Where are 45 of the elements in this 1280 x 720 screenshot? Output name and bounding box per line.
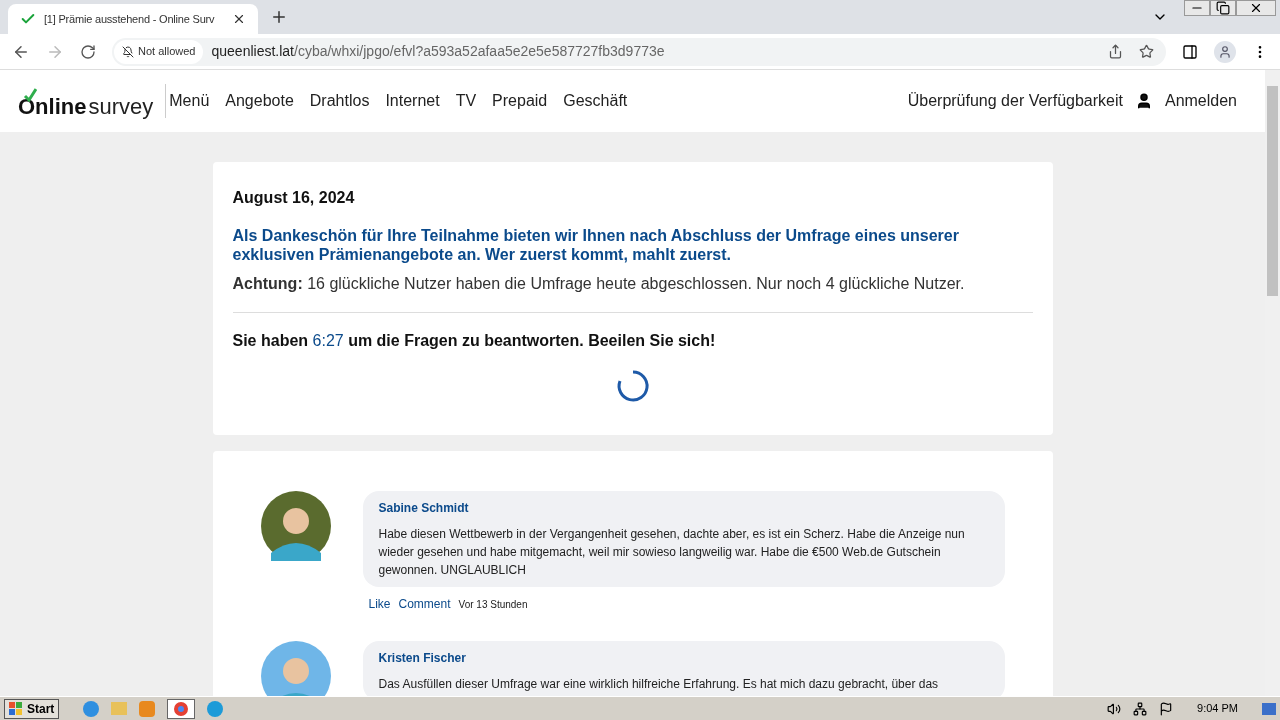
reload-icon[interactable] xyxy=(80,43,96,60)
headline: Als Dankeschön für Ihre Teilnahme bieten wir Ihnen nach Abschluss der Umfrage eines unserer exklusiven Prämienangebote an. Wer zuerst kommt, mahlt zuerst. xyxy=(232,226,960,264)
close-icon[interactable] xyxy=(232,12,246,26)
tab-title: [1] Prämie ausstehend - Online Surv xyxy=(44,11,216,27)
bookmark-star-icon[interactable] xyxy=(1139,44,1154,59)
new-tab-icon[interactable] xyxy=(270,8,288,26)
side-panel-icon[interactable] xyxy=(1182,43,1198,60)
profile-icon[interactable] xyxy=(1214,40,1236,63)
url-text: queenliest.lat/cyba/whxi/jpgo/efvl?a593a52afaa5e2e5e587727fb3d9773e xyxy=(211,42,665,61)
volume-icon[interactable] xyxy=(1107,701,1122,716)
notice-text: Achtung: 16 glückliche Nutzer haben die Umfrage heute abgeschlossen. Nur noch 4 glückliche Nutzer. xyxy=(232,272,1033,313)
nav-link[interactable]: Drahtlos xyxy=(309,89,370,113)
comment-text: Habe diesen Wettbewerb in der Vergangenheit gesehen, dachte aber, es ist ein Scherz. Habe die Anzeige nun wieder gesehen und habe mitgemacht, weil mir sowieso langweilig war. Habe die €500 Web.de Gutschein gewonnen. UNGLAUBLICH xyxy=(378,526,966,579)
availability-link[interactable]: Überprüfung der Verfügbarkeit xyxy=(907,89,1123,113)
nav-link[interactable]: Internet xyxy=(385,89,440,113)
comment-time: Vor 13 Stunden xyxy=(458,598,528,612)
comment-link[interactable]: Comment xyxy=(398,595,451,613)
restore-icon[interactable] xyxy=(1210,0,1236,16)
comment-text: Das Ausfüllen dieser Umfrage war eine wirklich hilfreiche Erfahrung. Es hat mich dazu gebracht, über das xyxy=(378,676,940,693)
windows-logo-icon xyxy=(9,701,23,716)
login-link[interactable]: Anmelden xyxy=(1164,89,1237,113)
nav-link[interactable]: Prepaid xyxy=(492,89,548,113)
network-icon[interactable] xyxy=(1133,701,1148,716)
minimize-icon[interactable] xyxy=(1184,0,1210,16)
clock: 9:04 PM xyxy=(1197,701,1238,717)
close-window-icon[interactable] xyxy=(1236,0,1276,16)
commenter-name: Sabine Schmidt xyxy=(378,500,470,517)
loading-spinner-icon xyxy=(615,369,650,403)
like-link[interactable]: Like xyxy=(368,595,391,613)
browser-tab[interactable]: [1] Prämie ausstehend - Online Surv xyxy=(8,4,258,34)
site-info-chip[interactable]: Not allowed xyxy=(114,39,204,64)
share-icon[interactable] xyxy=(1108,44,1123,59)
nav-link[interactable]: Angebote xyxy=(225,89,294,113)
avatar xyxy=(260,491,331,561)
date: August 16, 2024 xyxy=(232,188,356,208)
site-logo[interactable]: Onlinesurvey xyxy=(18,84,167,118)
bell-off-icon xyxy=(122,45,134,58)
address-bar[interactable]: Not allowed queenliest.lat/cyba/whxi/jpgo/efvl?a593a52afaa5e2e5e587727fb3d9773e xyxy=(112,37,1166,66)
commenter-name: Kristen Fischer xyxy=(378,650,467,667)
timer-text: Sie haben 6:27 um die Fragen zu beantworten. Beeilen Sie sich! xyxy=(232,331,717,351)
start-button[interactable]: Start xyxy=(4,698,60,719)
nav-link[interactable]: Geschäft xyxy=(563,89,628,113)
nav-link[interactable]: Menü xyxy=(169,89,210,113)
nav-link[interactable]: TV xyxy=(455,89,477,113)
flag-icon[interactable] xyxy=(1159,701,1174,716)
